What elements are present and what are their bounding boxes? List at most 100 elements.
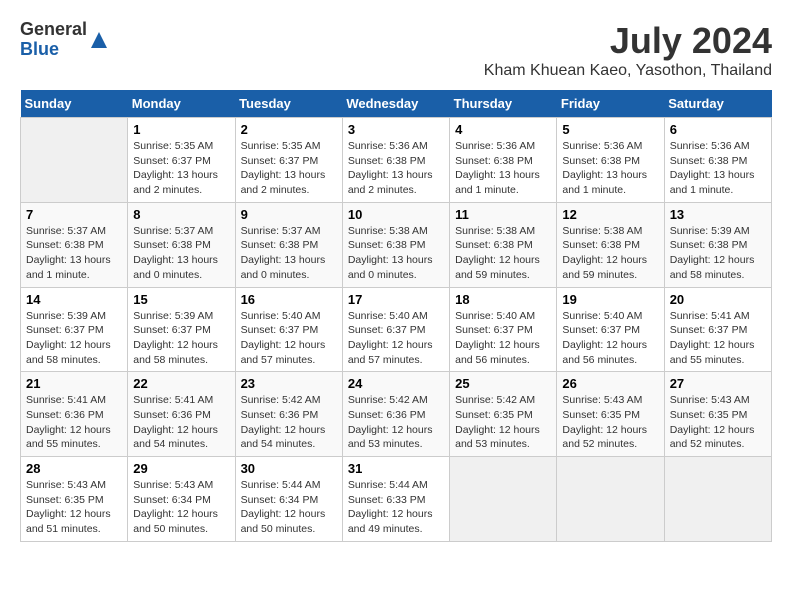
day-number: 9 — [241, 207, 337, 222]
day-info: Sunrise: 5:38 AMSunset: 6:38 PMDaylight:… — [348, 224, 444, 283]
calendar-cell: 14 Sunrise: 5:39 AMSunset: 6:37 PMDayligh… — [21, 287, 128, 372]
day-number: 7 — [26, 207, 122, 222]
day-number: 11 — [455, 207, 551, 222]
day-info: Sunrise: 5:37 AMSunset: 6:38 PMDaylight:… — [26, 224, 122, 283]
day-info: Sunrise: 5:40 AMSunset: 6:37 PMDaylight:… — [562, 309, 658, 368]
calendar-cell: 10 Sunrise: 5:38 AMSunset: 6:38 PMDayligh… — [342, 202, 449, 287]
calendar-cell: 27 Sunrise: 5:43 AMSunset: 6:35 PMDayligh… — [664, 372, 771, 457]
day-number: 30 — [241, 461, 337, 476]
day-number: 14 — [26, 292, 122, 307]
calendar-cell: 25Sunrise: 5:42 AMSunset: 6:35 PMDayligh… — [450, 372, 557, 457]
day-number: 19 — [562, 292, 658, 307]
day-number: 23 — [241, 376, 337, 391]
day-info: Sunrise: 5:36 AMSunset: 6:38 PMDaylight:… — [670, 139, 766, 198]
day-number: 4 — [455, 122, 551, 137]
day-info: Sunrise: 5:40 AMSunset: 6:37 PMDaylight:… — [455, 309, 551, 368]
day-number: 17 — [348, 292, 444, 307]
day-number: 21 — [26, 376, 122, 391]
calendar-cell: 31 Sunrise: 5:44 AMSunset: 6:33 PMDayligh… — [342, 457, 449, 542]
calendar-cell: 24 Sunrise: 5:42 AMSunset: 6:36 PMDayligh… — [342, 372, 449, 457]
day-info: Sunrise: 5:43 AMSunset: 6:35 PMDaylight:… — [670, 393, 766, 452]
day-info: Sunrise: 5:37 AMSunset: 6:38 PMDaylight:… — [241, 224, 337, 283]
day-info: Sunrise: 5:41 AMSunset: 6:37 PMDaylight:… — [670, 309, 766, 368]
calendar-cell — [450, 457, 557, 542]
header-saturday: Saturday — [664, 90, 771, 118]
logo-general-text: General — [20, 20, 87, 40]
calendar-cell: 16 Sunrise: 5:40 AMSunset: 6:37 PMDayligh… — [235, 287, 342, 372]
calendar-week-row: 1 Sunrise: 5:35 AMSunset: 6:37 PMDaylight… — [21, 118, 772, 203]
day-number: 22 — [133, 376, 229, 391]
calendar-cell: 5Sunrise: 5:36 AMSunset: 6:38 PMDaylight… — [557, 118, 664, 203]
calendar-week-row: 14 Sunrise: 5:39 AMSunset: 6:37 PMDayligh… — [21, 287, 772, 372]
day-number: 6 — [670, 122, 766, 137]
day-number: 1 — [133, 122, 229, 137]
calendar-cell: 22 Sunrise: 5:41 AMSunset: 6:36 PMDayligh… — [128, 372, 235, 457]
day-info: Sunrise: 5:36 AMSunset: 6:38 PMDaylight:… — [348, 139, 444, 198]
calendar-week-row: 28 Sunrise: 5:43 AMSunset: 6:35 PMDayligh… — [21, 457, 772, 542]
day-number: 10 — [348, 207, 444, 222]
calendar-cell: 17 Sunrise: 5:40 AMSunset: 6:37 PMDayligh… — [342, 287, 449, 372]
day-number: 3 — [348, 122, 444, 137]
calendar-cell: 8Sunrise: 5:37 AMSunset: 6:38 PMDaylight… — [128, 202, 235, 287]
calendar-week-row: 7 Sunrise: 5:37 AMSunset: 6:38 PMDaylight… — [21, 202, 772, 287]
header-thursday: Thursday — [450, 90, 557, 118]
day-number: 28 — [26, 461, 122, 476]
calendar-cell: 30Sunrise: 5:44 AMSunset: 6:34 PMDayligh… — [235, 457, 342, 542]
day-number: 18 — [455, 292, 551, 307]
calendar-cell: 26 Sunrise: 5:43 AMSunset: 6:35 PMDayligh… — [557, 372, 664, 457]
day-info: Sunrise: 5:43 AMSunset: 6:34 PMDaylight:… — [133, 478, 229, 537]
location-text: Kham Khuean Kaeo, Yasothon, Thailand — [484, 62, 772, 80]
day-info: Sunrise: 5:40 AMSunset: 6:37 PMDaylight:… — [348, 309, 444, 368]
header-tuesday: Tuesday — [235, 90, 342, 118]
calendar-cell: 11Sunrise: 5:38 AMSunset: 6:38 PMDayligh… — [450, 202, 557, 287]
page-header: General Blue July 2024 Kham Khuean Kaeo,… — [20, 20, 772, 80]
calendar-cell: 21 Sunrise: 5:41 AMSunset: 6:36 PMDayligh… — [21, 372, 128, 457]
calendar-cell: 18 Sunrise: 5:40 AMSunset: 6:37 PMDayligh… — [450, 287, 557, 372]
day-info: Sunrise: 5:35 AMSunset: 6:37 PMDaylight:… — [133, 139, 229, 198]
logo-icon — [89, 30, 109, 50]
header-friday: Friday — [557, 90, 664, 118]
header-wednesday: Wednesday — [342, 90, 449, 118]
day-number: 13 — [670, 207, 766, 222]
logo-blue-text: Blue — [20, 40, 87, 60]
calendar-cell: 9 Sunrise: 5:37 AMSunset: 6:38 PMDaylight… — [235, 202, 342, 287]
day-number: 24 — [348, 376, 444, 391]
day-info: Sunrise: 5:36 AMSunset: 6:38 PMDaylight:… — [562, 139, 658, 198]
day-number: 8 — [133, 207, 229, 222]
month-title: July 2024 — [484, 20, 772, 62]
day-info: Sunrise: 5:39 AMSunset: 6:37 PMDaylight:… — [133, 309, 229, 368]
day-info: Sunrise: 5:42 AMSunset: 6:36 PMDaylight:… — [241, 393, 337, 452]
day-info: Sunrise: 5:42 AMSunset: 6:36 PMDaylight:… — [348, 393, 444, 452]
calendar-cell: 29Sunrise: 5:43 AMSunset: 6:34 PMDayligh… — [128, 457, 235, 542]
calendar-cell: 6 Sunrise: 5:36 AMSunset: 6:38 PMDaylight… — [664, 118, 771, 203]
header-sunday: Sunday — [21, 90, 128, 118]
day-info: Sunrise: 5:43 AMSunset: 6:35 PMDaylight:… — [26, 478, 122, 537]
day-info: Sunrise: 5:43 AMSunset: 6:35 PMDaylight:… — [562, 393, 658, 452]
day-number: 12 — [562, 207, 658, 222]
calendar-cell: 23 Sunrise: 5:42 AMSunset: 6:36 PMDayligh… — [235, 372, 342, 457]
logo: General Blue — [20, 20, 109, 60]
day-info: Sunrise: 5:44 AMSunset: 6:33 PMDaylight:… — [348, 478, 444, 537]
calendar-cell — [557, 457, 664, 542]
calendar-cell: 12 Sunrise: 5:38 AMSunset: 6:38 PMDayligh… — [557, 202, 664, 287]
day-info: Sunrise: 5:41 AMSunset: 6:36 PMDaylight:… — [26, 393, 122, 452]
day-number: 20 — [670, 292, 766, 307]
day-info: Sunrise: 5:39 AMSunset: 6:38 PMDaylight:… — [670, 224, 766, 283]
calendar-cell: 7 Sunrise: 5:37 AMSunset: 6:38 PMDaylight… — [21, 202, 128, 287]
calendar-cell: 1 Sunrise: 5:35 AMSunset: 6:37 PMDaylight… — [128, 118, 235, 203]
calendar-week-row: 21 Sunrise: 5:41 AMSunset: 6:36 PMDayligh… — [21, 372, 772, 457]
day-info: Sunrise: 5:40 AMSunset: 6:37 PMDaylight:… — [241, 309, 337, 368]
day-info: Sunrise: 5:41 AMSunset: 6:36 PMDaylight:… — [133, 393, 229, 452]
calendar-table: SundayMondayTuesdayWednesdayThursdayFrid… — [20, 90, 772, 542]
calendar-cell: 2Sunrise: 5:35 AMSunset: 6:37 PMDaylight… — [235, 118, 342, 203]
day-info: Sunrise: 5:36 AMSunset: 6:38 PMDaylight:… — [455, 139, 551, 198]
day-number: 26 — [562, 376, 658, 391]
day-info: Sunrise: 5:39 AMSunset: 6:37 PMDaylight:… — [26, 309, 122, 368]
day-number: 31 — [348, 461, 444, 476]
day-number: 16 — [241, 292, 337, 307]
day-info: Sunrise: 5:38 AMSunset: 6:38 PMDaylight:… — [562, 224, 658, 283]
day-number: 27 — [670, 376, 766, 391]
day-number: 25 — [455, 376, 551, 391]
calendar-cell: 15Sunrise: 5:39 AMSunset: 6:37 PMDayligh… — [128, 287, 235, 372]
calendar-cell: 3 Sunrise: 5:36 AMSunset: 6:38 PMDaylight… — [342, 118, 449, 203]
